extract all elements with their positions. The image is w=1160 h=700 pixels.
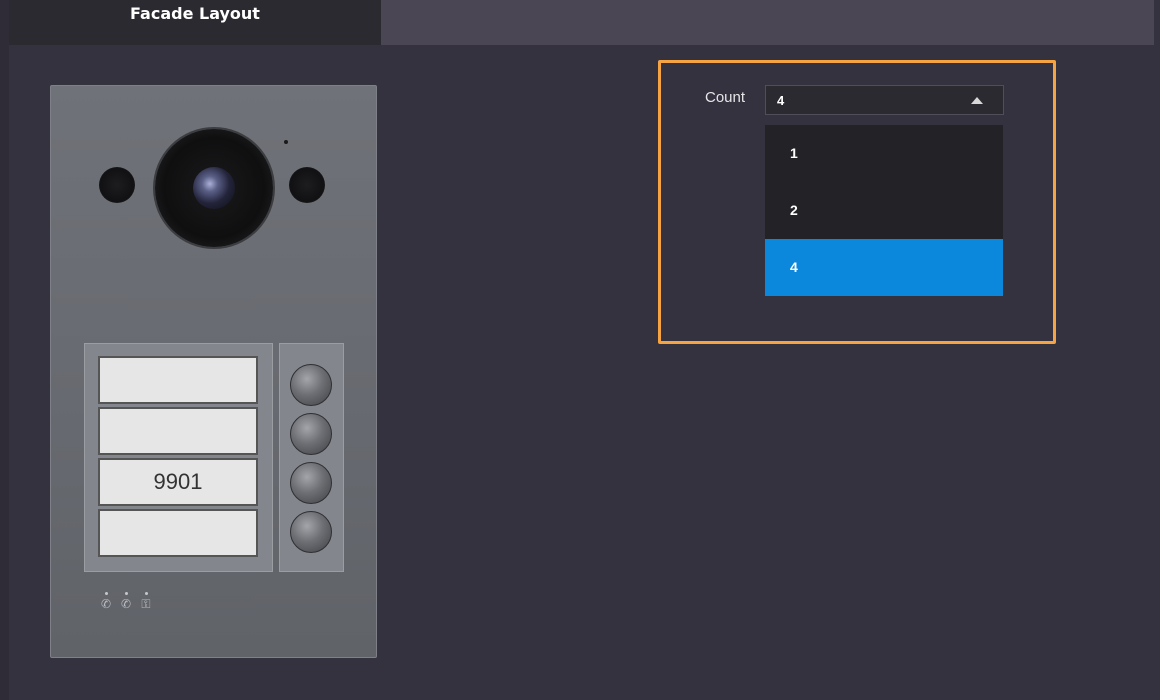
count-dropdown-list: 1 2 4 [765,125,1003,296]
count-select-value: 4 [777,93,785,108]
unlock-icon: ⚿ [141,597,151,611]
chevron-up-icon [971,97,983,104]
camera-lens [193,167,235,209]
status-led [105,592,108,595]
call-button-1 [290,364,332,406]
tab-label: Facade Layout [130,4,260,23]
call-button-2 [290,413,332,455]
call-connected-icon: ✆ [120,597,132,611]
dropdown-option-selected[interactable]: 4 [765,239,1003,296]
status-led [125,592,128,595]
call-button-3 [290,462,332,504]
tab-facade-layout[interactable]: Facade Layout [9,0,381,45]
dropdown-option[interactable]: 2 [765,182,1003,239]
count-label: Count [705,89,746,106]
name-label-slot [98,509,258,557]
right-sensor-icon [289,167,325,203]
page-root: Facade Layout 9901 ✆ ✆ ⚿ Count 4 1 2 4 [0,0,1160,700]
count-select[interactable]: 4 [765,85,1004,115]
left-edge [0,0,9,700]
status-led [145,592,148,595]
status-indicators: ✆ ✆ ⚿ [99,592,159,614]
name-label-slot [98,356,258,404]
name-label-slot [98,407,258,455]
name-label-slot: 9901 [98,458,258,506]
left-sensor-icon [99,167,135,203]
dropdown-option[interactable]: 1 [765,125,1003,182]
call-button-4 [290,511,332,553]
microphone-icon [284,140,288,144]
call-incoming-icon: ✆ [100,597,112,611]
